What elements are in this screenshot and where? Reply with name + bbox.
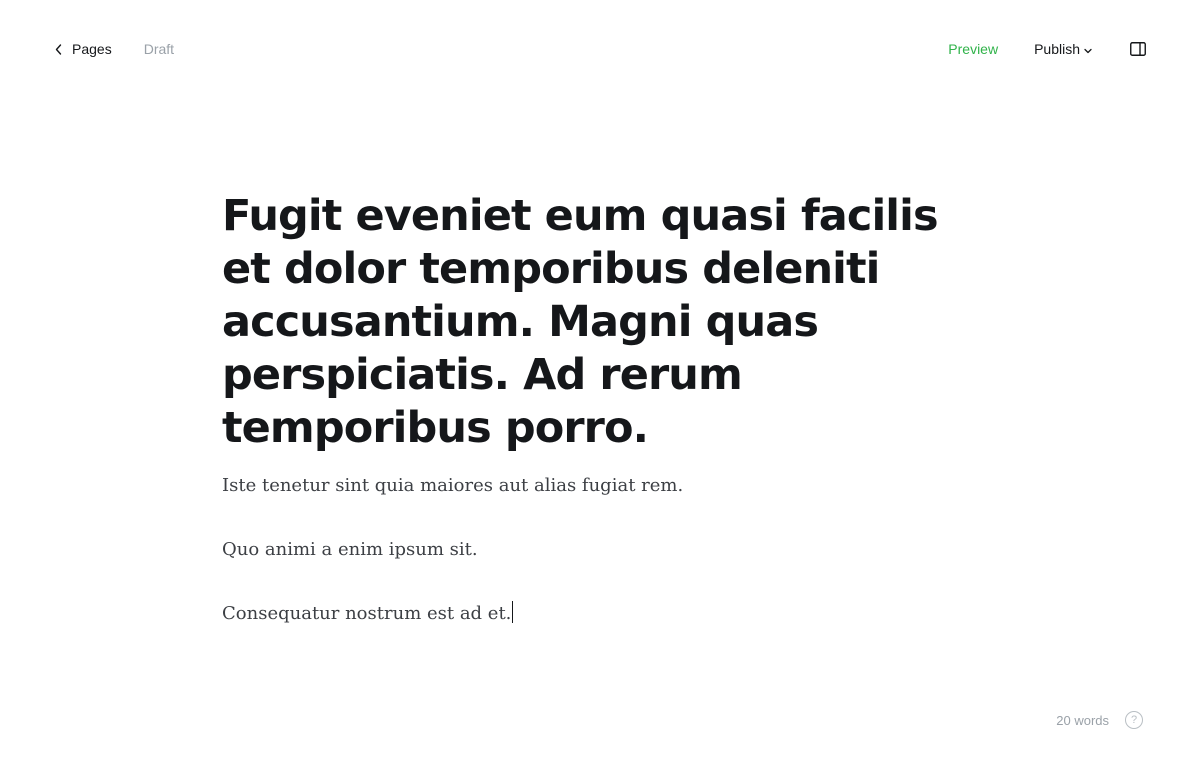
body-paragraph-last[interactable]: Consequatur nostrum est ad et.: [222, 600, 982, 628]
post-title[interactable]: Fugit eveniet eum quasi facilis et dolor…: [222, 190, 962, 455]
topbar-left: Pages Draft: [55, 38, 174, 60]
preview-button[interactable]: Preview: [948, 41, 998, 57]
post-editor[interactable]: Fugit eveniet eum quasi facilis et dolor…: [222, 190, 982, 628]
post-status: Draft: [143, 41, 175, 57]
editor-footer: 20 words ?: [1056, 711, 1143, 729]
body-paragraph[interactable]: Quo animi a enim ipsum sit.: [222, 536, 982, 564]
chevron-left-icon: [55, 43, 65, 55]
word-count: 20 words: [1056, 712, 1109, 728]
body-paragraph-text: Consequatur nostrum est ad et.: [222, 603, 512, 624]
publish-label: Publish: [1034, 41, 1080, 57]
body-paragraph[interactable]: Iste tenetur sint quia maiores aut alias…: [222, 472, 982, 500]
back-link-label: Pages: [72, 41, 112, 57]
post-body[interactable]: Iste tenetur sint quia maiores aut alias…: [222, 472, 982, 628]
back-to-pages-link[interactable]: Pages: [55, 41, 112, 57]
topbar-right: Preview Publish: [948, 38, 1147, 60]
chevron-down-icon: [1084, 48, 1092, 54]
publish-menu-button[interactable]: Publish: [1034, 41, 1092, 57]
help-icon[interactable]: ?: [1125, 711, 1143, 729]
sidebar-toggle-icon[interactable]: [1129, 41, 1147, 57]
text-cursor: [512, 601, 514, 623]
